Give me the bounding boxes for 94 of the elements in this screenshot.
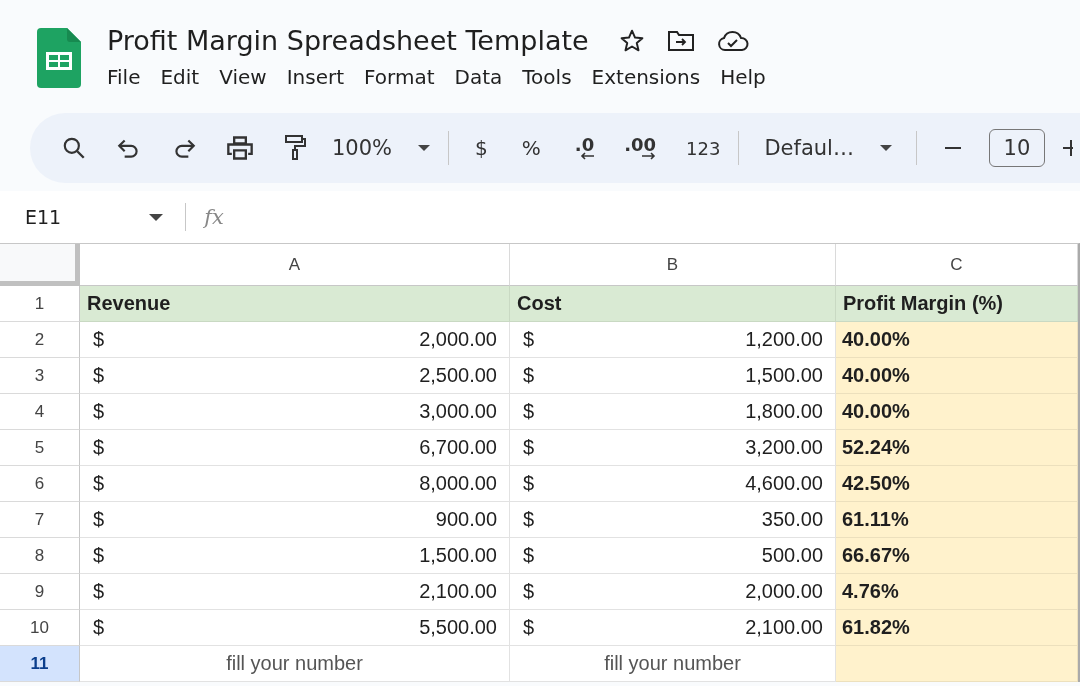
right-arrow-icon bbox=[642, 152, 657, 160]
currency-symbol: $ bbox=[523, 616, 535, 639]
table-cell: 40.00% bbox=[836, 394, 1078, 430]
amount: 5,500.00 bbox=[419, 616, 497, 639]
row-header[interactable]: 11 bbox=[0, 646, 80, 682]
row-header[interactable]: 1 bbox=[0, 286, 80, 322]
caret-icon bbox=[149, 213, 164, 221]
amount: 350.00 bbox=[761, 508, 823, 531]
row-header[interactable]: 8 bbox=[0, 538, 80, 574]
search-icon[interactable] bbox=[61, 135, 87, 161]
amount: 1,500.00 bbox=[745, 364, 823, 387]
row-header[interactable]: 4 bbox=[0, 394, 80, 430]
currency-symbol: $ bbox=[523, 544, 535, 567]
table-cell: Revenue bbox=[80, 286, 510, 322]
row-header[interactable]: 6 bbox=[0, 466, 80, 502]
amount: 2,100.00 bbox=[419, 580, 497, 603]
amount: 2,000.00 bbox=[419, 328, 497, 351]
table-cell: 61.11% bbox=[836, 502, 1078, 538]
table-cell: fill your number bbox=[80, 646, 510, 682]
currency-symbol: $ bbox=[93, 328, 105, 351]
table-cell: 52.24% bbox=[836, 430, 1078, 466]
amount: 900.00 bbox=[435, 508, 497, 531]
currency-symbol: $ bbox=[523, 508, 535, 531]
currency-symbol: $ bbox=[93, 616, 105, 639]
menu-item[interactable]: Format bbox=[364, 65, 435, 89]
table-cell: 4.76% bbox=[836, 574, 1078, 610]
sheets-logo-icon[interactable] bbox=[37, 28, 81, 88]
table-cell: Cost bbox=[510, 286, 836, 322]
currency-symbol: $ bbox=[93, 544, 105, 567]
document-title[interactable]: Profit Margin Spreadsheet Template bbox=[107, 25, 589, 56]
number-format-button[interactable]: 123 bbox=[686, 137, 721, 159]
paint-roller-icon[interactable] bbox=[283, 134, 307, 162]
table-cell: 40.00% bbox=[836, 322, 1078, 358]
row-header[interactable]: 5 bbox=[0, 430, 80, 466]
currency-symbol: $ bbox=[93, 400, 105, 423]
plus-icon[interactable] bbox=[1060, 138, 1073, 158]
menu-item[interactable]: Edit bbox=[160, 65, 200, 89]
font-size-field[interactable]: 10 bbox=[988, 129, 1045, 167]
table-cell: 61.82% bbox=[836, 610, 1078, 646]
currency-button[interactable]: $ bbox=[475, 136, 488, 160]
currency-symbol: $ bbox=[93, 508, 105, 531]
table-cell: 42.50% bbox=[836, 466, 1078, 502]
left-arrow-icon bbox=[580, 152, 595, 160]
menu-item[interactable]: File bbox=[107, 65, 141, 89]
currency-symbol: $ bbox=[523, 580, 535, 603]
print-icon[interactable] bbox=[226, 134, 254, 162]
currency-symbol: $ bbox=[93, 580, 105, 603]
amount: 2,500.00 bbox=[419, 364, 497, 387]
row-header[interactable]: 2 bbox=[0, 322, 80, 358]
caret-icon bbox=[879, 145, 892, 151]
formula-label: fx bbox=[204, 205, 224, 229]
row-header[interactable]: 7 bbox=[0, 502, 80, 538]
table-cell: 66.67% bbox=[836, 538, 1078, 574]
decrease-decimal-button[interactable]: .0 bbox=[574, 136, 595, 160]
currency-symbol: $ bbox=[523, 472, 535, 495]
menu-item[interactable]: Tools bbox=[522, 65, 572, 89]
currency-symbol: $ bbox=[93, 436, 105, 459]
amount: 1,200.00 bbox=[745, 328, 823, 351]
amount: 3,000.00 bbox=[419, 400, 497, 423]
percent-button[interactable]: % bbox=[521, 136, 541, 160]
menu-item[interactable]: Data bbox=[454, 65, 503, 89]
amount: 6,700.00 bbox=[419, 436, 497, 459]
increase-decimal-button[interactable]: .00 bbox=[624, 136, 657, 160]
currency-symbol: $ bbox=[523, 364, 535, 387]
table-cell: 40.00% bbox=[836, 358, 1078, 394]
folder-icon[interactable] bbox=[666, 29, 695, 52]
row-header[interactable]: 9 bbox=[0, 574, 80, 610]
caret-icon bbox=[418, 145, 431, 151]
amount: 3,200.00 bbox=[745, 436, 823, 459]
star-icon[interactable] bbox=[618, 27, 645, 54]
amount: 2,100.00 bbox=[745, 616, 823, 639]
menu-item[interactable]: Extensions bbox=[591, 65, 701, 89]
amount: 1,800.00 bbox=[745, 400, 823, 423]
currency-symbol: $ bbox=[93, 364, 105, 387]
cloud-check-icon[interactable] bbox=[716, 29, 749, 52]
table-cell: Profit Margin (%) bbox=[836, 286, 1078, 322]
menu-item[interactable]: Insert bbox=[286, 65, 345, 89]
amount: 8,000.00 bbox=[419, 472, 497, 495]
currency-symbol: $ bbox=[93, 472, 105, 495]
name-box[interactable]: E11 bbox=[25, 206, 164, 228]
table-cell: fill your number bbox=[510, 646, 836, 682]
amount: 500.00 bbox=[761, 544, 823, 567]
zoom-dropdown[interactable]: 100% bbox=[332, 136, 431, 160]
amount: 2,000.00 bbox=[745, 580, 823, 603]
amount: 1,500.00 bbox=[419, 544, 497, 567]
currency-symbol: $ bbox=[523, 436, 535, 459]
row-header[interactable]: 3 bbox=[0, 358, 80, 394]
currency-symbol: $ bbox=[523, 400, 535, 423]
menu-item[interactable]: View bbox=[219, 65, 267, 89]
amount: 4,600.00 bbox=[745, 472, 823, 495]
row-header[interactable]: 10 bbox=[0, 610, 80, 646]
currency-symbol: $ bbox=[523, 328, 535, 351]
font-dropdown[interactable]: Defaul… bbox=[764, 136, 892, 160]
menu-item[interactable]: Help bbox=[720, 65, 766, 89]
